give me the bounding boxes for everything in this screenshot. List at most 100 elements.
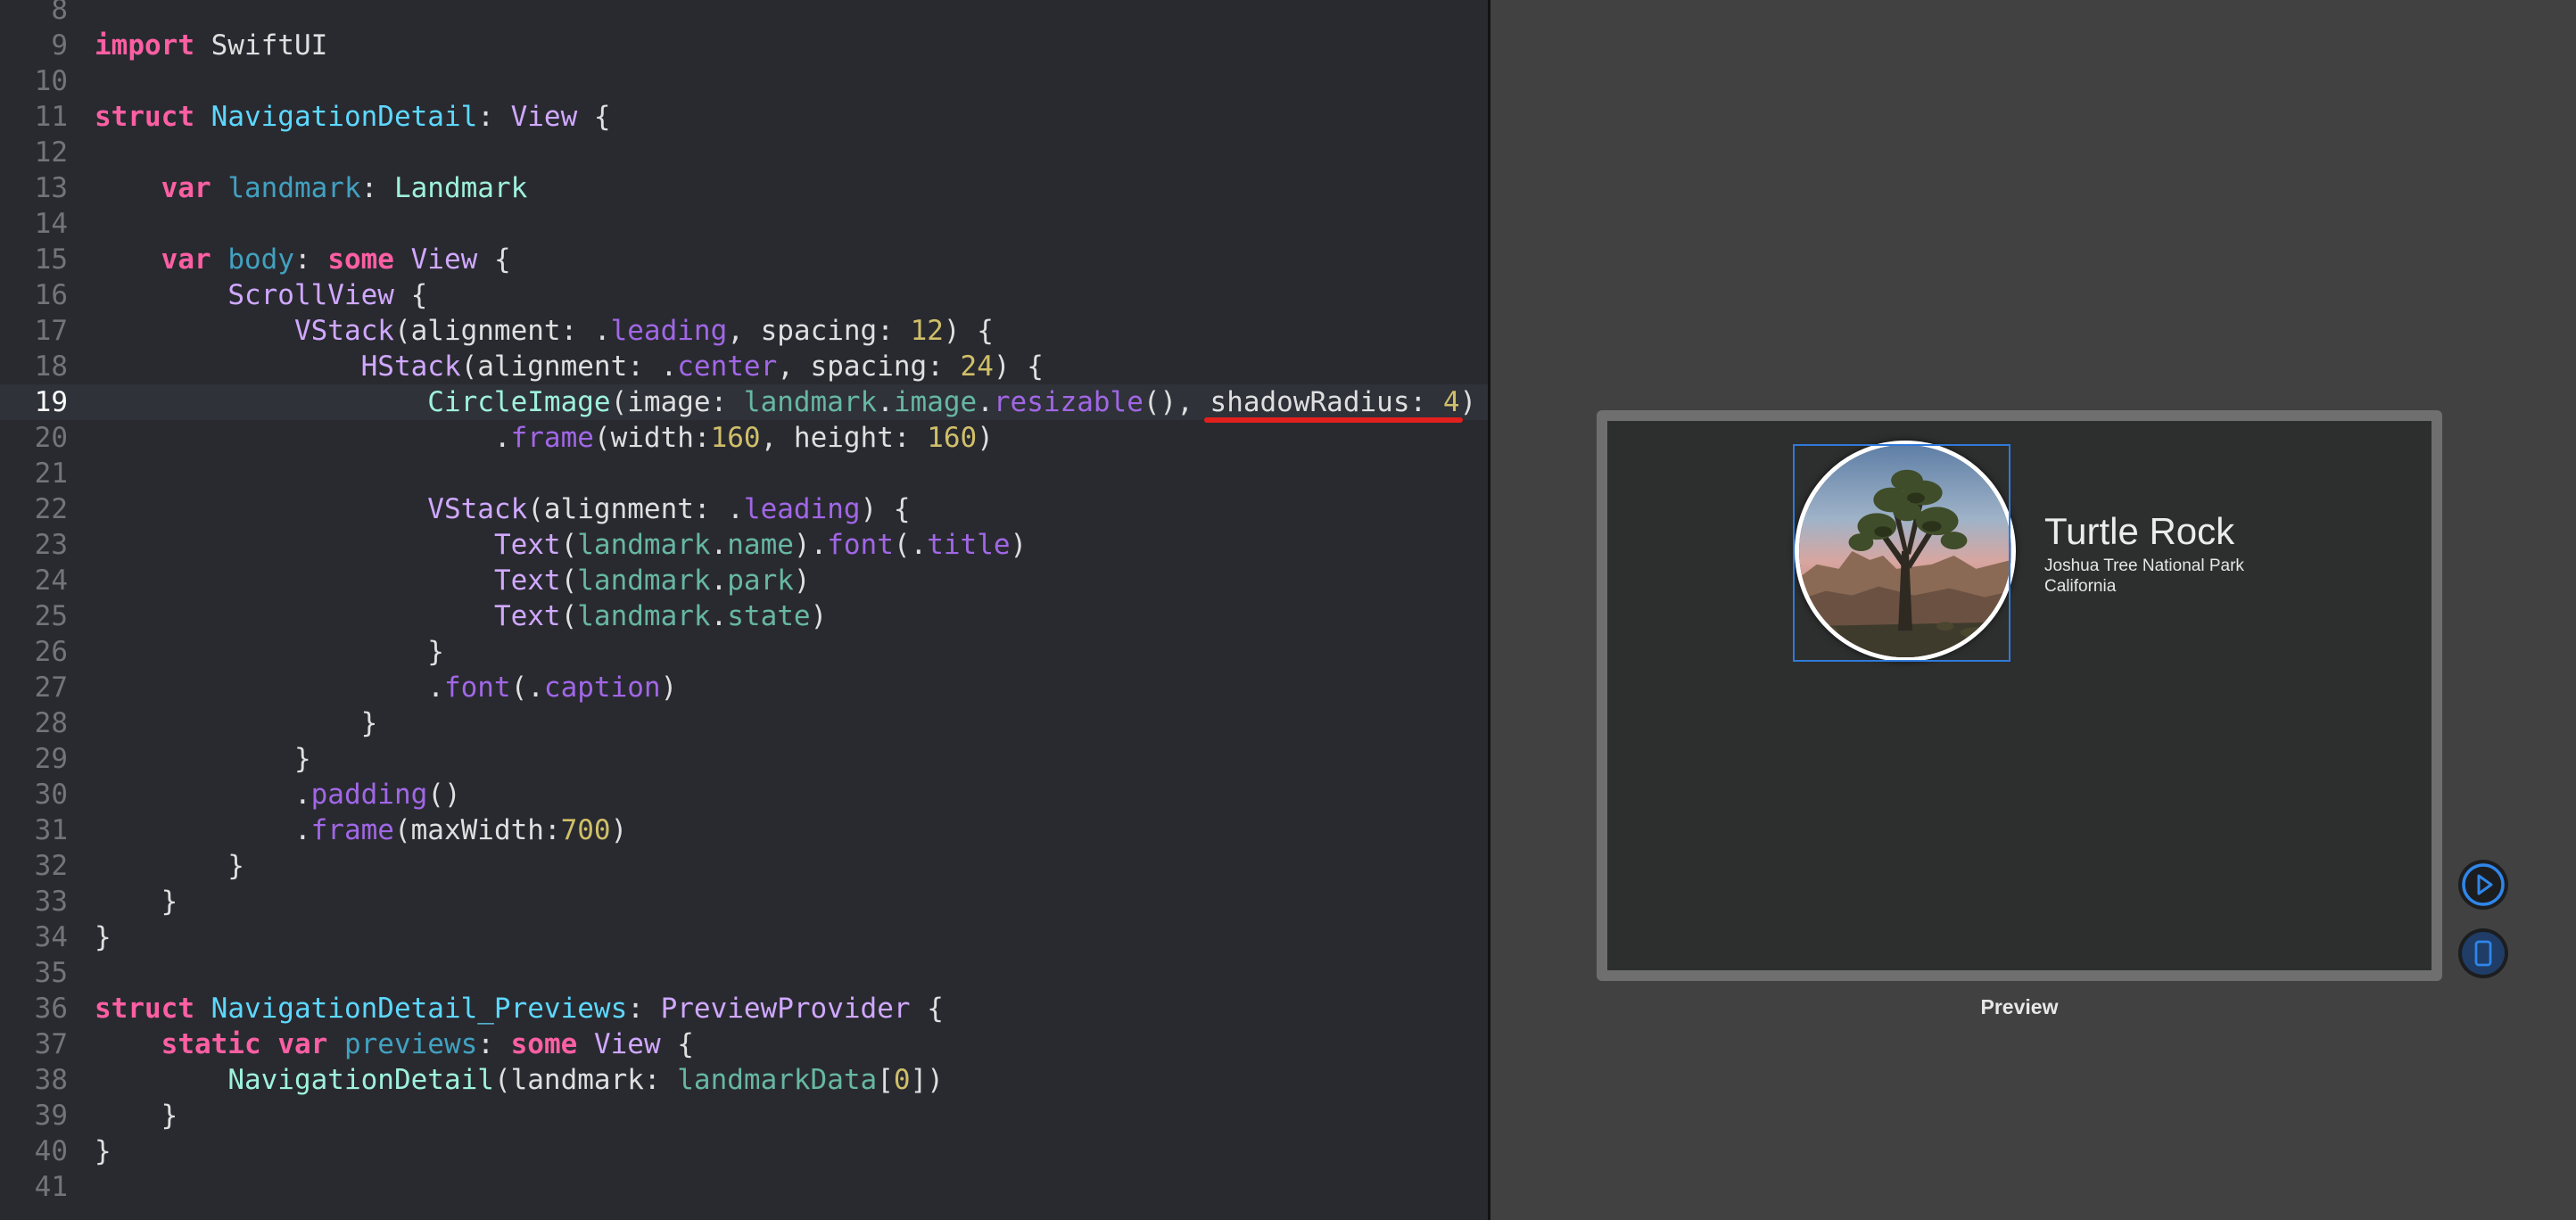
code-token: (), shadowRadius: [1143, 386, 1443, 418]
code-line[interactable]: 34} [0, 919, 1488, 955]
code-token: SwiftUI [194, 29, 328, 62]
line-number: 32 [34, 850, 68, 882]
code-line[interactable]: 11 struct NavigationDetail: View { [0, 99, 1488, 135]
code-line[interactable]: 21 [0, 456, 1488, 491]
code-token: landmark [577, 529, 711, 561]
code-line[interactable]: 17 VStack(alignment: .leading, spacing: … [0, 313, 1488, 349]
code-line[interactable]: 24 Text(landmark.park) [0, 563, 1488, 598]
live-preview-button[interactable] [2458, 860, 2508, 910]
code-token: : [360, 172, 394, 204]
code-token: : [477, 1028, 511, 1060]
code-token: . [977, 386, 994, 418]
code-token: { [477, 243, 511, 276]
code-line[interactable]: 28 } [0, 705, 1488, 741]
code-token: 24 [960, 350, 994, 383]
code-token: View [510, 101, 578, 133]
code-token: { [393, 279, 428, 311]
code-line[interactable]: 16 ScrollView { [0, 277, 1488, 313]
code-line[interactable]: 38 NavigationDetail(landmark: landmarkDa… [0, 1062, 1488, 1098]
line-number: 35 [34, 957, 68, 989]
code-line[interactable]: 26 } [0, 634, 1488, 670]
code-token: PreviewProvider [660, 993, 911, 1025]
code-token: 700 [560, 814, 611, 846]
code-token: ) [660, 672, 678, 704]
code-token: resizable [993, 386, 1144, 418]
code-text: struct NavigationDetail_Previews: Previe… [95, 991, 944, 1026]
code-token: . [877, 386, 894, 418]
code-token: ( [560, 600, 578, 632]
code-text: HStack(alignment: .center, spacing: 24) … [95, 349, 1044, 384]
preview-on-device-button[interactable] [2458, 928, 2508, 978]
code-line[interactable]: 8 [0, 0, 1488, 28]
code-text: .frame(width:160, height: 160) [95, 420, 994, 456]
code-token: , spacing: [777, 350, 961, 383]
preview-device-frame: Turtle Rock Joshua Tree National Park Ca… [1597, 410, 2442, 981]
line-number: 20 [34, 422, 68, 454]
code-token: } [95, 707, 378, 739]
line-number: 9 [51, 29, 68, 62]
code-token: 160 [710, 422, 761, 454]
code-line[interactable]: 31 .frame(maxWidth:700) [0, 812, 1488, 848]
code-line[interactable]: 20 .frame(width:160, height: 160) [0, 420, 1488, 456]
code-line[interactable]: 36 struct NavigationDetail_Previews: Prev… [0, 991, 1488, 1026]
code-line[interactable]: 15 var body: some View { [0, 242, 1488, 277]
code-line[interactable]: 22 VStack(alignment: .leading) { [0, 491, 1488, 527]
code-line[interactable]: 14 [0, 206, 1488, 242]
code-token: NavigationDetail [227, 1064, 494, 1096]
code-token: ) [1010, 529, 1028, 561]
line-number: 31 [34, 814, 68, 846]
code-token: ) [810, 600, 828, 632]
code-token: . [710, 529, 728, 561]
code-line[interactable]: 39 } [0, 1098, 1488, 1133]
code-line[interactable]: 40} [0, 1133, 1488, 1169]
code-text: import SwiftUI [95, 28, 327, 63]
code-line[interactable]: 9 import SwiftUI [0, 28, 1488, 63]
code-line[interactable]: 19 CircleImage(image: landmark.image.res… [0, 384, 1488, 420]
code-text: .font(.caption) [95, 670, 677, 705]
code-line[interactable]: 32 } [0, 848, 1488, 884]
code-line[interactable]: 30 .padding() [0, 777, 1488, 812]
code-token: } [95, 743, 311, 775]
line-number: 10 [34, 65, 68, 97]
code-text: Text(landmark.park) [95, 563, 811, 598]
code-token: ) { [943, 315, 994, 347]
code-line[interactable]: 29 } [0, 741, 1488, 777]
code-line[interactable]: 41 [0, 1169, 1488, 1205]
code-line[interactable]: 12 [0, 135, 1488, 170]
code-text: } [95, 1098, 178, 1133]
code-line[interactable]: 13 var landmark: Landmark [0, 170, 1488, 206]
line-number: 16 [34, 279, 68, 311]
code-token: name [727, 529, 794, 561]
selection-highlight-frame [1793, 444, 2010, 662]
code-line[interactable]: 18 HStack(alignment: .center, spacing: 2… [0, 349, 1488, 384]
code-token: { [577, 101, 611, 133]
code-editor[interactable]: 8 9 import SwiftUI 10 11 struct NavigationDet… [0, 0, 1488, 1220]
code-token: : [293, 243, 328, 276]
code-token: 4 [1442, 386, 1460, 418]
code-line[interactable]: 27 .font(.caption) [0, 670, 1488, 705]
code-token: (width: [593, 422, 711, 454]
code-token: body [227, 243, 294, 276]
code-line[interactable]: 10 [0, 63, 1488, 99]
line-number: 8 [51, 0, 68, 26]
code-line[interactable]: 25 Text(landmark.state) [0, 598, 1488, 634]
code-token: previews [343, 1028, 478, 1060]
code-token: var [161, 172, 211, 204]
code-token: (maxWidth: [393, 814, 561, 846]
code-token: ) [793, 565, 811, 597]
code-line[interactable]: 23 Text(landmark.name).font(.title) [0, 527, 1488, 563]
code-token: ScrollView [227, 279, 394, 311]
code-line[interactable]: 37 static var previews: some View { [0, 1026, 1488, 1062]
code-token: caption [543, 672, 661, 704]
code-line[interactable]: 35 [0, 955, 1488, 991]
code-token: import [95, 29, 194, 62]
code-token: } [95, 1100, 178, 1132]
code-text: } [95, 1133, 111, 1169]
code-line[interactable]: 33 } [0, 884, 1488, 919]
line-number: 23 [34, 529, 68, 561]
